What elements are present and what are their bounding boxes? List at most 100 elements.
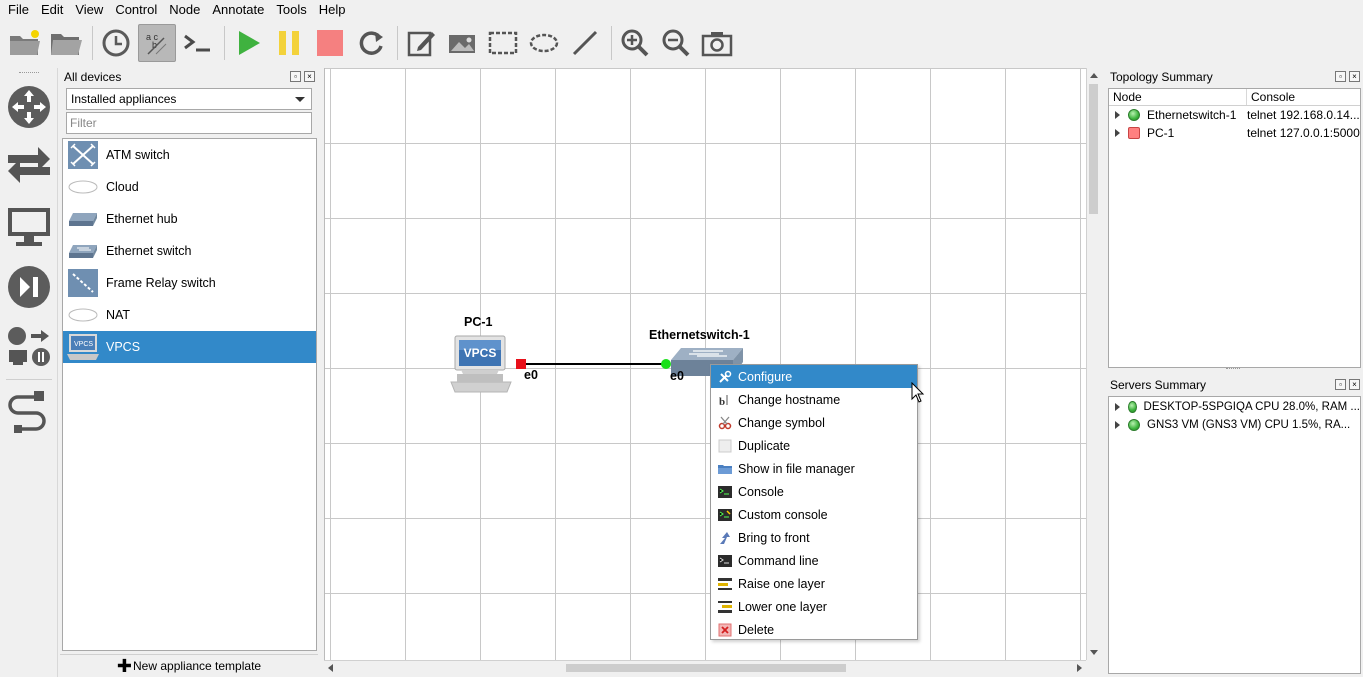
browse-switches-button[interactable]	[1, 139, 57, 195]
menu-item-command-line[interactable]: Command line	[711, 549, 917, 572]
cloud-icon	[66, 172, 100, 202]
menu-file[interactable]: File	[2, 0, 35, 20]
topology-canvas[interactable]: PC-1 VPCS e0 Ethernetswitch-1 e0	[324, 68, 1086, 660]
topology-row-pc-1[interactable]: PC-1 telnet 127.0.0.1:5000	[1109, 124, 1360, 142]
topology-row-ethernetswitch-1[interactable]: Ethernetswitch-1 telnet 192.168.0.14...	[1109, 106, 1360, 124]
device-item-label: Frame Relay switch	[106, 276, 216, 290]
menu-annotate[interactable]: Annotate	[206, 0, 270, 20]
device-item-nat[interactable]: NAT	[63, 299, 316, 331]
draw-ellipse-button[interactable]	[525, 24, 563, 62]
dock-float-icon[interactable]: ▫	[1335, 379, 1346, 390]
bring-front-icon	[717, 530, 733, 546]
draw-line-button[interactable]	[566, 24, 604, 62]
menu-control[interactable]: Control	[109, 0, 163, 20]
router-icon	[7, 86, 50, 128]
panel-splitter[interactable]	[1226, 368, 1240, 371]
console-all-button[interactable]	[179, 24, 217, 62]
device-item-ethernet-switch[interactable]: Ethernet switch	[63, 235, 316, 267]
port-status-running	[661, 359, 671, 369]
delete-icon	[717, 622, 733, 638]
topology-node-console: telnet 192.168.0.14...	[1247, 108, 1360, 122]
node-context-menu: Configure b Change hostname Change symbo…	[710, 364, 918, 640]
new-appliance-template-button[interactable]: ✚ New appliance template	[60, 654, 318, 676]
filter-input[interactable]	[66, 112, 312, 134]
menu-item-delete[interactable]: Delete	[711, 618, 917, 641]
menu-view[interactable]: View	[69, 0, 109, 20]
rectangle-icon	[488, 31, 518, 55]
add-note-button[interactable]	[402, 24, 440, 62]
browse-all-devices-button[interactable]	[1, 319, 57, 375]
dock-float-icon[interactable]: ▫	[290, 71, 301, 82]
start-all-button[interactable]	[229, 24, 267, 62]
reload-all-button[interactable]	[352, 24, 390, 62]
menu-item-bring-to-front[interactable]: Bring to front	[711, 526, 917, 549]
menu-item-configure[interactable]: Configure	[711, 365, 917, 388]
zoom-out-button[interactable]	[657, 24, 695, 62]
menu-edit[interactable]: Edit	[35, 0, 69, 20]
add-link-button[interactable]	[1, 384, 57, 440]
menu-item-lower-one-layer[interactable]: Lower one layer	[711, 595, 917, 618]
menu-item-duplicate[interactable]: Duplicate	[711, 434, 917, 457]
stop-all-button[interactable]	[311, 24, 349, 62]
expand-arrow-icon[interactable]	[1115, 403, 1120, 411]
server-row-gns3-vm[interactable]: GNS3 VM (GNS3 VM) CPU 1.5%, RA...	[1109, 416, 1360, 434]
browse-security-devices-button[interactable]	[1, 259, 57, 315]
menu-item-raise-one-layer[interactable]: Raise one layer	[711, 572, 917, 595]
device-item-atm-switch[interactable]: ATM switch	[63, 139, 316, 171]
snapshot-history-button[interactable]	[97, 24, 135, 62]
canvas-horizontal-scrollbar[interactable]	[324, 660, 1086, 674]
insert-picture-button[interactable]	[443, 24, 481, 62]
expand-arrow-icon[interactable]	[1115, 129, 1120, 137]
column-header-node[interactable]: Node	[1109, 89, 1247, 105]
canvas-vertical-scrollbar[interactable]	[1086, 68, 1100, 660]
suspend-all-button[interactable]	[270, 24, 308, 62]
menu-item-label: Duplicate	[738, 438, 791, 453]
expand-arrow-icon[interactable]	[1115, 421, 1120, 429]
browse-routers-button[interactable]	[1, 79, 57, 135]
terminal-prompt-icon	[184, 34, 210, 52]
open-file-button[interactable]	[47, 24, 85, 62]
device-category-bar	[0, 68, 58, 677]
device-item-vpcs[interactable]: VPCS VPCS	[63, 331, 316, 363]
dock-close-icon[interactable]: ×	[1349, 379, 1360, 390]
menu-item-console[interactable]: Console	[711, 480, 917, 503]
dock-close-icon[interactable]: ×	[1349, 71, 1360, 82]
zoom-out-icon	[662, 29, 690, 57]
dock-float-icon[interactable]: ▫	[1335, 71, 1346, 82]
open-project-button[interactable]	[6, 24, 44, 62]
scissors-icon	[717, 415, 733, 431]
status-running-icon	[1128, 419, 1140, 431]
menu-item-label: Custom console	[738, 507, 828, 522]
menu-node[interactable]: Node	[163, 0, 206, 20]
dock-close-icon[interactable]: ×	[304, 71, 315, 82]
picture-icon	[449, 35, 475, 53]
device-item-frame-relay-switch[interactable]: Frame Relay switch	[63, 267, 316, 299]
servers-summary-title-text: Servers Summary	[1110, 378, 1207, 392]
topology-summary-dock: Topology Summary ▫ × Node Console Etherne…	[1106, 68, 1363, 370]
expand-arrow-icon[interactable]	[1115, 111, 1120, 119]
menu-item-change-symbol[interactable]: Change symbol	[711, 411, 917, 434]
screenshot-button[interactable]	[698, 24, 736, 62]
atm-switch-icon	[66, 140, 100, 170]
menu-item-change-hostname[interactable]: b Change hostname	[711, 388, 917, 411]
play-pause-circle-icon	[7, 266, 50, 308]
device-item-ethernet-hub[interactable]: Ethernet hub	[63, 203, 316, 235]
device-item-cloud[interactable]: Cloud	[63, 171, 316, 203]
ethernet-switch-icon	[66, 236, 100, 266]
column-header-console[interactable]: Console	[1247, 89, 1360, 105]
show-interface-labels-button[interactable]: a cb	[138, 24, 176, 62]
console-icon	[717, 484, 733, 500]
zoom-in-button[interactable]	[616, 24, 654, 62]
menu-bar: File Edit View Control Node Annotate Too…	[0, 0, 1363, 20]
browse-end-devices-button[interactable]	[1, 199, 57, 255]
appliance-type-select[interactable]: Installed appliances	[66, 88, 312, 110]
server-row-local[interactable]: DESKTOP-5SPGIQA CPU 28.0%, RAM ...	[1109, 398, 1360, 416]
device-item-label: ATM switch	[106, 148, 170, 162]
node-pc-1[interactable]: VPCS	[447, 334, 515, 394]
menu-item-show-in-file-manager[interactable]: Show in file manager	[711, 457, 917, 480]
menu-item-custom-console[interactable]: Custom console	[711, 503, 917, 526]
monitor-icon	[7, 208, 50, 246]
menu-help[interactable]: Help	[313, 0, 352, 20]
draw-rectangle-button[interactable]	[484, 24, 522, 62]
menu-tools[interactable]: Tools	[270, 0, 312, 20]
